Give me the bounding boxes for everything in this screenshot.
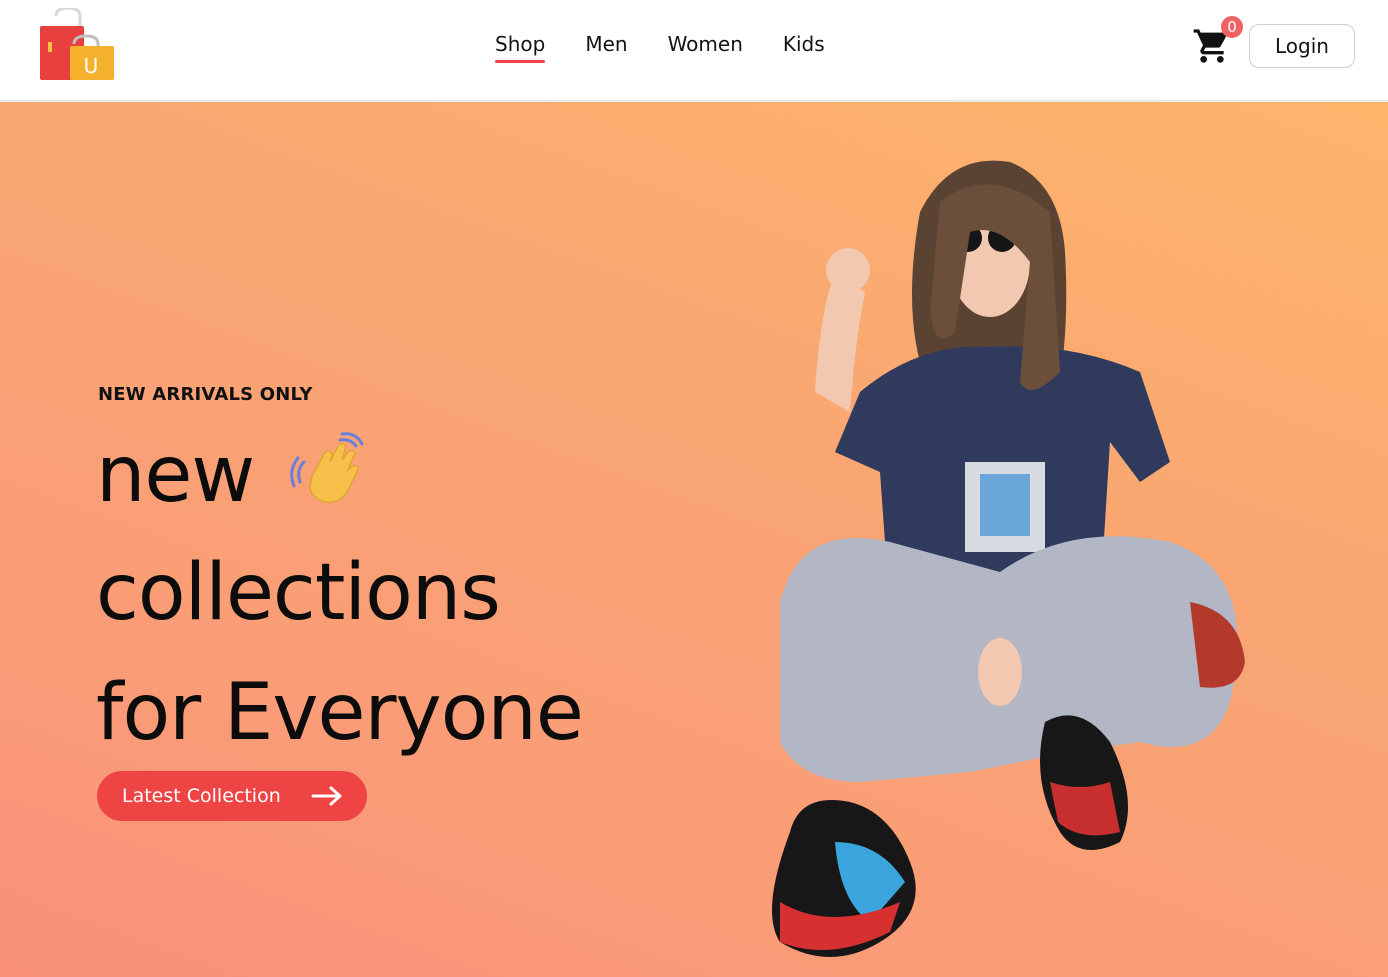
hero-section: NEW ARRIVALS ONLY new collections for Ev… <box>0 102 1388 977</box>
headline-line-3: for Everyone <box>96 668 584 758</box>
navbar: U Shop Men Women Kids 0 Login <box>0 0 1388 102</box>
logo-letter: U <box>84 54 99 78</box>
nav-shop[interactable]: Shop <box>495 30 546 63</box>
main-nav: Shop Men Women Kids <box>495 30 865 63</box>
arrow-right-icon <box>311 785 343 807</box>
latest-collection-button[interactable]: Latest Collection <box>97 771 367 821</box>
cart-count-badge: 0 <box>1221 16 1243 38</box>
nav-men[interactable]: Men <box>585 30 627 58</box>
nav-women[interactable]: Women <box>668 30 743 58</box>
waving-hand-icon <box>290 432 366 508</box>
login-button[interactable]: Login <box>1249 24 1355 68</box>
model-sitting-photo <box>740 142 1260 972</box>
latest-collection-label: Latest Collection <box>122 785 281 807</box>
hero-eyebrow: NEW ARRIVALS ONLY <box>98 384 313 405</box>
headline-line-2: collections <box>96 548 501 638</box>
nav-kids[interactable]: Kids <box>783 30 825 58</box>
headline-line-1: new <box>96 430 255 520</box>
shopping-bags-logo-icon[interactable]: U <box>38 6 118 84</box>
